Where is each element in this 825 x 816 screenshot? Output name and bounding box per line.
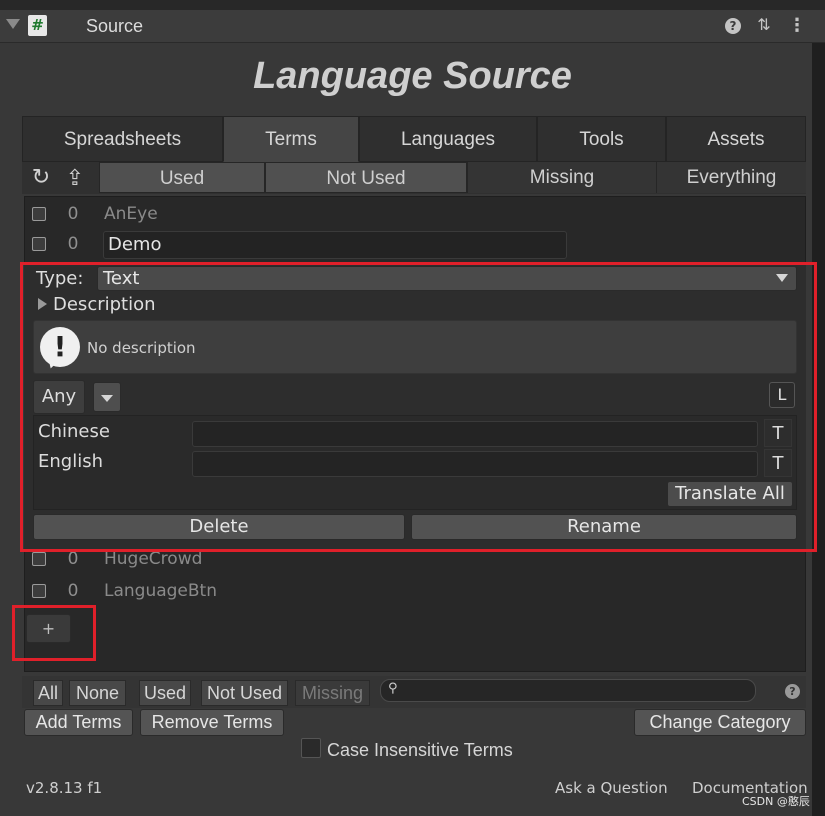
highlight-box <box>12 605 96 661</box>
filter-used[interactable]: Used <box>99 162 265 193</box>
filter-missing[interactable]: Missing <box>467 162 656 193</box>
select-none-button[interactable]: None <box>69 680 126 706</box>
select-used-button[interactable]: Used <box>139 680 191 706</box>
term-name-field[interactable]: Demo <box>103 231 567 259</box>
case-insensitive-label: Case Insensitive Terms <box>327 740 513 760</box>
search-input[interactable] <box>380 679 756 702</box>
component-title: Source <box>86 16 144 36</box>
top-strip <box>0 0 825 10</box>
tab-languages[interactable]: Languages <box>359 116 537 162</box>
list-item[interactable]: 0 LanguageBtn <box>25 576 805 606</box>
tab-assets[interactable]: Assets <box>666 116 806 162</box>
highlight-box <box>20 262 817 552</box>
help-icon[interactable]: ? <box>785 684 800 699</box>
export-icon[interactable]: ⇪ <box>63 166 87 192</box>
filter-not-used[interactable]: Not Used <box>265 162 467 193</box>
term-name[interactable]: AnEye <box>104 204 158 224</box>
ask-question-link[interactable]: Ask a Question <box>555 779 668 797</box>
tab-terms[interactable]: Terms <box>223 116 359 162</box>
term-checkbox[interactable] <box>32 552 46 566</box>
tab-spreadsheets[interactable]: Spreadsheets <box>22 116 223 162</box>
kebab-menu-icon[interactable]: ⋮ <box>788 15 806 37</box>
term-name[interactable]: LanguageBtn <box>104 581 217 601</box>
refresh-icon[interactable]: ↻ <box>30 166 52 190</box>
page-title: Language Source <box>253 55 572 97</box>
term-usage-count: 0 <box>67 234 79 254</box>
add-terms-button[interactable]: Add Terms <box>24 709 133 736</box>
select-missing-button[interactable]: Missing <box>295 680 370 706</box>
select-not-used-button[interactable]: Not Used <box>201 680 288 706</box>
term-usage-count: 0 <box>67 549 79 569</box>
version-label: v2.8.13 f1 <box>26 779 103 797</box>
case-insensitive-checkbox[interactable] <box>301 738 321 758</box>
foldout-arrow-icon[interactable] <box>6 19 20 29</box>
main-tabs: Spreadsheets Terms Languages Tools Asset… <box>22 116 806 162</box>
remove-terms-button[interactable]: Remove Terms <box>140 709 284 736</box>
change-category-button[interactable]: Change Category <box>634 709 806 736</box>
search-icon: ⚲ <box>388 681 398 696</box>
tab-tools[interactable]: Tools <box>537 116 666 162</box>
term-checkbox[interactable] <box>32 584 46 598</box>
term-checkbox[interactable] <box>32 207 46 221</box>
watermark: CSDN @憨辰 <box>742 795 810 808</box>
select-all-button[interactable]: All <box>33 680 63 706</box>
filter-everything[interactable]: Everything <box>656 162 806 193</box>
list-item[interactable]: 0 AnEye <box>25 199 805 229</box>
term-usage-count: 0 <box>67 581 79 601</box>
term-name[interactable]: HugeCrowd <box>104 549 202 569</box>
presets-icon[interactable]: ⇅ <box>755 15 773 35</box>
term-usage-count: 0 <box>67 204 79 224</box>
help-icon[interactable]: ? <box>725 18 741 34</box>
script-icon: # <box>28 15 47 36</box>
term-checkbox[interactable] <box>32 237 46 251</box>
